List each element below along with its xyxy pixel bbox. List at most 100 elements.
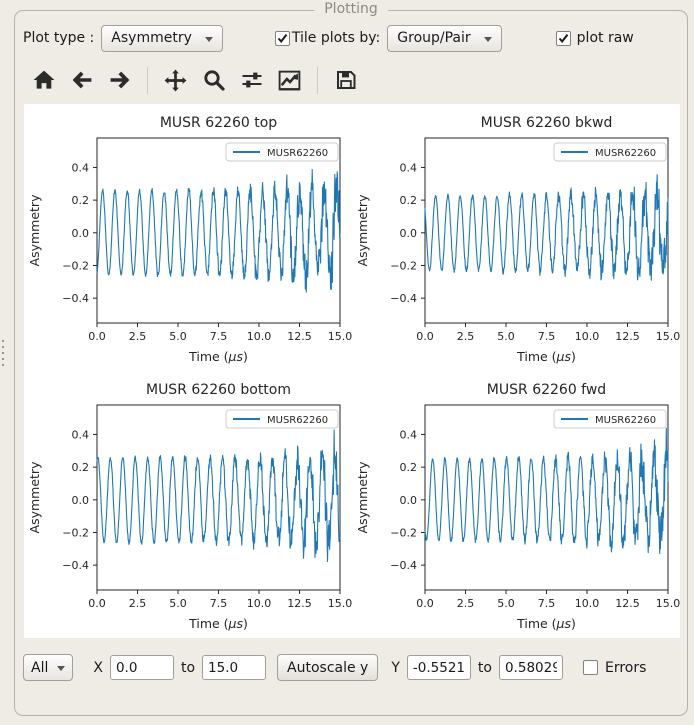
svg-text:7.5: 7.5 — [538, 597, 556, 610]
svg-text:−0.2: −0.2 — [390, 526, 417, 539]
svg-text:Asymmetry: Asymmetry — [27, 194, 42, 267]
svg-text:MUSR62260: MUSR62260 — [267, 415, 328, 426]
svg-text:12.5: 12.5 — [615, 597, 640, 610]
svg-text:Asymmetry: Asymmetry — [355, 194, 370, 267]
y-max-input[interactable] — [499, 655, 563, 680]
svg-text:7.5: 7.5 — [210, 597, 228, 610]
scope-combobox[interactable]: All — [23, 654, 73, 681]
tile-by-combobox[interactable]: Group/Pair — [387, 25, 501, 52]
svg-text:0.0: 0.0 — [88, 597, 106, 610]
svg-text:0.4: 0.4 — [400, 161, 418, 174]
move-icon — [163, 68, 188, 93]
svg-text:10.0: 10.0 — [247, 330, 272, 343]
chevron-down-icon — [57, 666, 65, 671]
svg-text:0.0: 0.0 — [416, 597, 434, 610]
y-range-label: Y — [391, 660, 400, 676]
svg-text:MUSR 62260 bottom: MUSR 62260 bottom — [146, 382, 291, 398]
svg-text:Time (μs): Time (μs) — [188, 349, 248, 364]
svg-text:Asymmetry: Asymmetry — [355, 461, 370, 534]
y-min-input[interactable] — [407, 655, 471, 680]
subplot-musr-62260-bkwd[interactable]: MUSR 62260 bkwd−0.4−0.20.00.20.40.02.55.… — [352, 104, 680, 371]
save-button[interactable] — [332, 67, 359, 94]
svg-text:5.0: 5.0 — [169, 330, 187, 343]
svg-text:0.2: 0.2 — [400, 194, 418, 207]
chevron-down-icon — [205, 37, 213, 42]
svg-text:12.5: 12.5 — [615, 330, 640, 343]
back-button[interactable] — [68, 67, 95, 94]
x-min-input[interactable] — [110, 655, 174, 680]
x-range-label: X — [93, 660, 103, 676]
tile-plots-checkbox-box[interactable] — [275, 31, 290, 46]
svg-text:0.0: 0.0 — [72, 227, 90, 240]
svg-text:0.4: 0.4 — [400, 428, 418, 441]
svg-text:−0.2: −0.2 — [390, 259, 417, 272]
home-button[interactable] — [30, 67, 57, 94]
edit-plot-button[interactable] — [276, 67, 303, 94]
configure-subplots-button[interactable] — [238, 67, 265, 94]
check-icon — [277, 33, 288, 44]
svg-text:0.0: 0.0 — [400, 227, 418, 240]
errors-label: Errors — [605, 660, 646, 676]
svg-text:7.5: 7.5 — [538, 330, 556, 343]
svg-text:12.5: 12.5 — [287, 330, 312, 343]
svg-text:15.0: 15.0 — [656, 597, 680, 610]
svg-text:5.0: 5.0 — [169, 597, 187, 610]
tile-by-value: Group/Pair — [397, 30, 470, 46]
svg-text:MUSR 62260 bkwd: MUSR 62260 bkwd — [481, 115, 613, 131]
svg-text:15.0: 15.0 — [328, 597, 352, 610]
autoscale-y-button[interactable]: Autoscale y — [277, 654, 378, 681]
svg-text:0.2: 0.2 — [72, 461, 90, 474]
svg-text:10.0: 10.0 — [575, 330, 600, 343]
magnifier-icon — [202, 68, 226, 92]
svg-text:5.0: 5.0 — [497, 597, 515, 610]
plot-type-value: Asymmetry — [111, 30, 192, 46]
svg-text:Time (μs): Time (μs) — [516, 349, 576, 364]
svg-text:10.0: 10.0 — [247, 597, 272, 610]
scope-value: All — [31, 660, 48, 676]
subplot-musr-62260-top[interactable]: MUSR 62260 top−0.4−0.20.00.20.40.02.55.0… — [24, 104, 352, 371]
top-controls-row: Plot type : Asymmetry Tile plots by: Gro… — [23, 24, 687, 52]
svg-text:Time (μs): Time (μs) — [188, 616, 248, 631]
svg-text:−0.2: −0.2 — [62, 259, 89, 272]
svg-text:MUSR62260: MUSR62260 — [267, 148, 328, 159]
pan-button[interactable] — [162, 67, 189, 94]
svg-text:0.4: 0.4 — [72, 161, 90, 174]
svg-text:0.4: 0.4 — [72, 428, 90, 441]
subplot-musr-62260-bottom[interactable]: MUSR 62260 bottom−0.4−0.20.00.20.40.02.5… — [24, 371, 352, 638]
plot-raw-checkbox-box[interactable] — [556, 31, 571, 46]
x-max-input[interactable] — [202, 655, 266, 680]
svg-text:7.5: 7.5 — [210, 330, 228, 343]
svg-text:0.2: 0.2 — [72, 194, 90, 207]
tile-plots-checkbox[interactable]: Tile plots by: — [275, 30, 380, 46]
zoom-button[interactable] — [200, 67, 227, 94]
plot-raw-checkbox[interactable]: plot raw — [556, 30, 634, 46]
svg-text:2.5: 2.5 — [457, 597, 475, 610]
plot-raw-label: plot raw — [577, 30, 634, 46]
plot-type-combobox[interactable]: Asymmetry — [101, 25, 223, 52]
svg-text:−0.2: −0.2 — [62, 526, 89, 539]
plot-toolbar — [30, 65, 687, 95]
svg-text:−0.4: −0.4 — [62, 292, 89, 305]
tile-plots-label: Tile plots by: — [292, 30, 380, 46]
svg-text:0.0: 0.0 — [416, 330, 434, 343]
svg-text:10.0: 10.0 — [575, 597, 600, 610]
plot-type-label: Plot type : — [23, 30, 94, 46]
forward-button[interactable] — [106, 67, 133, 94]
errors-checkbox[interactable]: Errors — [583, 660, 646, 676]
plotting-window: { "group_title": "Plotting", "controls_t… — [0, 0, 694, 725]
figure-canvas: MUSR 62260 top−0.4−0.20.00.20.40.02.55.0… — [24, 104, 680, 638]
toolbar-separator — [317, 67, 318, 94]
errors-checkbox-box[interactable] — [583, 660, 598, 675]
chevron-down-icon — [484, 37, 492, 42]
svg-text:MUSR 62260 fwd: MUSR 62260 fwd — [487, 382, 606, 398]
toolbar-separator — [147, 67, 148, 94]
subplot-musr-62260-fwd[interactable]: MUSR 62260 fwd−0.4−0.20.00.20.40.02.55.0… — [352, 371, 680, 638]
svg-text:5.0: 5.0 — [497, 330, 515, 343]
splitter-handle[interactable] — [1, 340, 6, 370]
svg-text:0.0: 0.0 — [400, 494, 418, 507]
home-icon — [32, 68, 56, 92]
svg-text:0.0: 0.0 — [88, 330, 106, 343]
y-to-label: to — [478, 660, 492, 676]
plotting-groupbox: Plotting Plot type : Asymmetry Tile plot… — [14, 10, 688, 716]
svg-text:−0.4: −0.4 — [390, 292, 417, 305]
